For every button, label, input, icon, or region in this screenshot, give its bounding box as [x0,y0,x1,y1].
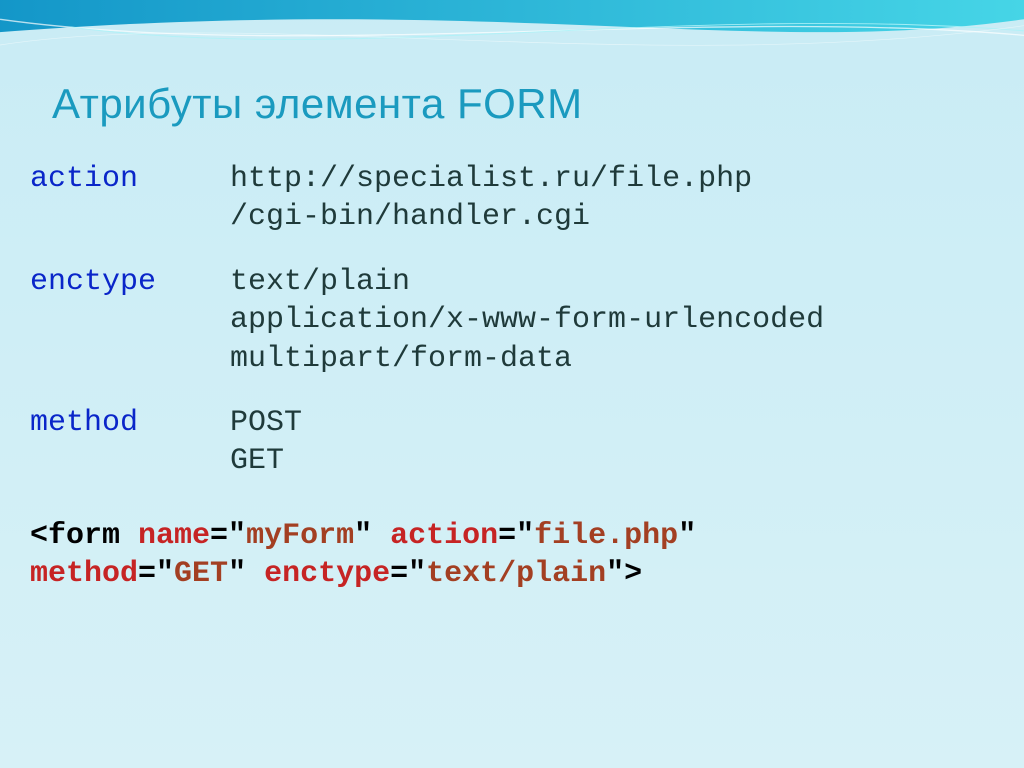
attr-name-enctype: enctype [30,263,230,378]
spacer [30,481,824,517]
code-line-1: <form name="myForm" action="file.php" [30,517,824,555]
code-token: name [138,519,210,553]
attr-values-enctype: text/plain application/x-www-form-urlenc… [230,263,824,378]
code-token: enctype [264,557,390,591]
attr-row-enctype: enctype text/plain application/x-www-for… [30,263,824,378]
attr-value: multipart/form-data [230,340,824,378]
attr-value: POST [230,404,302,442]
code-token: myForm [246,519,354,553]
attr-value: GET [230,442,302,480]
attr-values-method: POST GET [230,404,302,481]
code-token: =" [210,519,246,553]
code-example: <form name="myForm" action="file.php" me… [30,517,824,594]
slide: Атрибуты элемента FORM action http://spe… [0,0,1024,768]
attr-row-action: action http://specialist.ru/file.php /cg… [30,160,824,237]
code-token: " [678,519,696,553]
spacer [30,378,824,404]
attr-value: /cgi-bin/handler.cgi [230,198,752,236]
attr-value: application/x-www-form-urlencoded [230,301,824,339]
code-token: action [390,519,498,553]
attr-name-method: method [30,404,230,481]
code-token: =" [498,519,534,553]
code-token: method [30,557,138,591]
content-block: action http://specialist.ru/file.php /cg… [30,160,824,594]
code-token: " [228,557,264,591]
attr-values-action: http://specialist.ru/file.php /cgi-bin/h… [230,160,752,237]
attr-value: text/plain [230,263,824,301]
attr-row-method: method POST GET [30,404,824,481]
code-token: "> [606,557,642,591]
attr-name-action: action [30,160,230,237]
code-token: =" [138,557,174,591]
code-token: GET [174,557,228,591]
code-token: text/plain [426,557,606,591]
code-token: " [354,519,390,553]
code-token: =" [390,557,426,591]
slide-title: Атрибуты элемента FORM [52,80,583,128]
attr-value: http://specialist.ru/file.php [230,160,752,198]
code-token: <form [30,519,138,553]
code-token: file.php [534,519,678,553]
code-line-2: method="GET" enctype="text/plain"> [30,555,824,593]
spacer [30,237,824,263]
wave-decoration [0,0,1024,90]
